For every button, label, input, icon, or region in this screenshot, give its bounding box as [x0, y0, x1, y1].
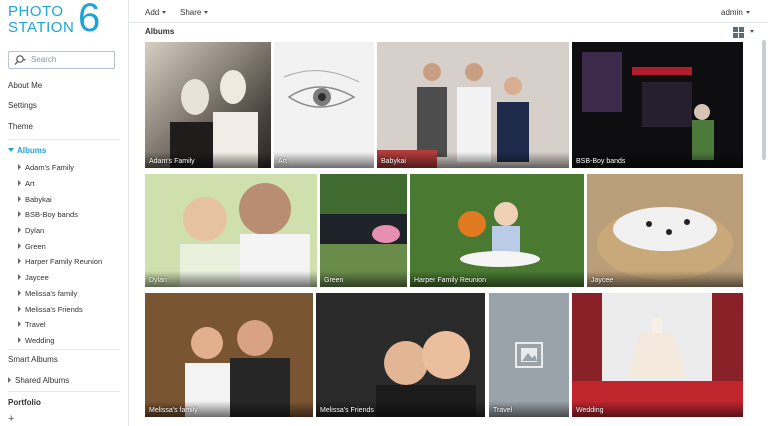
album-label: Jaycee	[591, 277, 614, 284]
albums-header[interactable]: Albums	[8, 146, 46, 155]
album-tile[interactable]: Art	[274, 42, 374, 168]
collapsed-icon	[18, 227, 21, 233]
sidebar-album[interactable]: Babykai	[18, 195, 52, 204]
collapsed-icon	[18, 306, 21, 312]
album-label: Art	[278, 158, 287, 165]
album-label: Dylan	[149, 277, 167, 284]
app-logo[interactable]: PHOTO STATION 6	[8, 0, 118, 40]
chevron-down-icon	[204, 11, 209, 14]
chevron-down-icon	[750, 30, 754, 33]
sidebar-album[interactable]: Melissa's family	[18, 289, 77, 298]
search-input[interactable]	[31, 53, 109, 66]
album-tile[interactable]: Wedding	[572, 293, 743, 417]
album-thumbnail	[145, 293, 313, 417]
sidebar-album[interactable]: Adam's Family	[18, 163, 74, 172]
collapsed-icon	[18, 258, 21, 264]
collapsed-icon	[18, 274, 21, 280]
user-menu-button[interactable]: admin	[721, 8, 750, 17]
sidebar-album[interactable]: Harper Family Reunion	[18, 257, 102, 266]
nav-about-me[interactable]: About Me	[8, 81, 42, 90]
toolbar	[129, 0, 768, 23]
album-tile[interactable]: BSB-Boy bands	[572, 42, 743, 168]
album-label: Travel	[493, 407, 513, 414]
album-thumbnail	[572, 293, 743, 417]
sidebar-album[interactable]: Green	[18, 242, 46, 251]
label-shade	[145, 271, 317, 287]
album-label: Babykai	[381, 158, 406, 165]
album-label: Green	[324, 277, 344, 284]
album-tile[interactable]: Dylan	[145, 174, 317, 287]
sidebar-album[interactable]: Jaycee	[18, 273, 49, 282]
album-tile[interactable]: Adam's Family	[145, 42, 271, 168]
sidebar-album[interactable]: Dylan	[18, 226, 44, 235]
share-menu-button[interactable]: Share	[180, 8, 209, 17]
scrollbar[interactable]	[762, 40, 766, 160]
sidebar-album[interactable]: Travel	[18, 320, 46, 329]
album-label: Adam's Family	[149, 158, 195, 165]
image-placeholder-icon	[515, 342, 543, 368]
album-tile[interactable]: Travel	[489, 293, 569, 417]
add-portfolio-button[interactable]: +	[8, 414, 14, 425]
collapsed-icon	[18, 211, 21, 217]
logo-number: 6	[78, 0, 101, 40]
chevron-down-icon	[745, 11, 750, 14]
album-thumbnail	[170, 70, 258, 168]
collapsed-icon	[18, 164, 21, 170]
nav-smart-albums[interactable]: Smart Albums	[8, 355, 58, 364]
sidebar-album[interactable]: Art	[18, 179, 35, 188]
portfolio-header[interactable]: Portfolio	[8, 398, 41, 407]
album-label: BSB-Boy bands	[576, 158, 626, 165]
sidebar-divider	[8, 391, 120, 392]
nav-theme[interactable]: Theme	[8, 122, 33, 131]
collapsed-icon	[18, 290, 21, 296]
collapsed-icon	[18, 321, 21, 327]
album-tile[interactable]: Jaycee	[587, 174, 743, 287]
add-menu-button[interactable]: Add	[145, 8, 167, 17]
search-box[interactable]	[8, 51, 115, 69]
sidebar-divider	[8, 139, 120, 140]
album-tile[interactable]: Babykai	[377, 42, 569, 168]
collapsed-icon	[18, 337, 21, 343]
collapsed-icon	[18, 243, 21, 249]
collapsed-icon	[18, 196, 21, 202]
collapsed-icon	[18, 180, 21, 186]
album-tile[interactable]: Harper Family Reunion	[410, 174, 584, 287]
album-label: Melissa's Friends	[320, 407, 374, 414]
sidebar: PHOTO STATION 6 About Me Settings Theme …	[0, 0, 129, 426]
album-thumbnail	[316, 293, 485, 417]
logo-text: PHOTO STATION	[8, 3, 75, 36]
sidebar-divider	[8, 349, 120, 350]
page-title: Albums	[145, 27, 175, 36]
album-tile[interactable]: Melissa's family	[145, 293, 313, 417]
album-thumbnail	[283, 70, 360, 108]
album-label: Wedding	[576, 407, 604, 414]
album-thumbnail	[377, 42, 569, 168]
album-label: Melissa's family	[149, 407, 198, 414]
album-thumbnail	[572, 42, 743, 168]
nav-shared-albums[interactable]: Shared Albums	[8, 376, 69, 385]
album-label: Harper Family Reunion	[414, 277, 486, 284]
sidebar-album[interactable]: BSB-Boy bands	[18, 210, 78, 219]
label-shade	[274, 152, 374, 168]
nav-settings[interactable]: Settings	[8, 101, 37, 110]
expand-icon	[8, 148, 14, 152]
sidebar-album[interactable]: Melissa's Friends	[18, 305, 83, 314]
collapsed-icon	[8, 377, 11, 383]
album-tile[interactable]: Melissa's Friends	[316, 293, 485, 417]
search-icon	[14, 55, 26, 65]
chevron-down-icon	[162, 11, 167, 14]
sidebar-album[interactable]: Wedding	[18, 336, 54, 345]
album-tile[interactable]: Green	[320, 174, 407, 287]
